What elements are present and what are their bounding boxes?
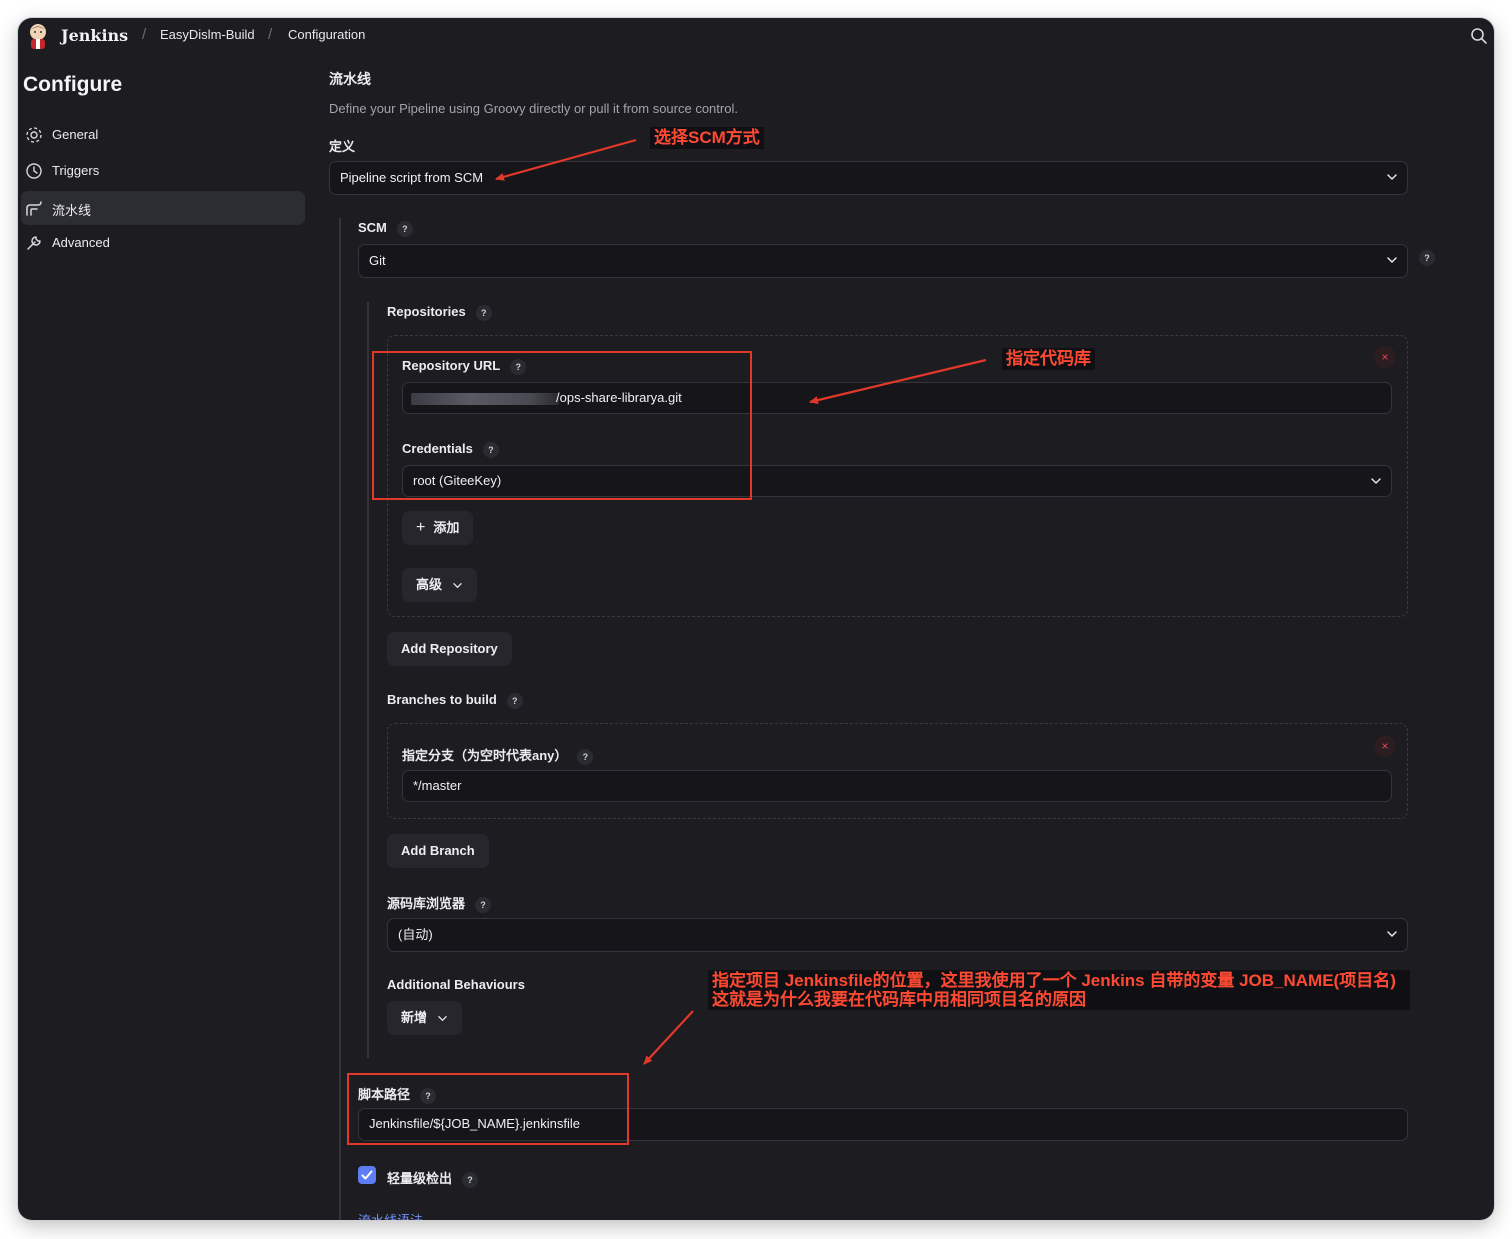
annotation-arrow bbox=[495, 138, 637, 181]
annotation-arrow bbox=[643, 1010, 694, 1065]
jenkins-window: Jenkins / EasyDislm-Build / Configuratio… bbox=[18, 18, 1494, 1220]
annotation-arrow bbox=[809, 358, 987, 405]
annotation-arrows bbox=[495, 138, 987, 1065]
